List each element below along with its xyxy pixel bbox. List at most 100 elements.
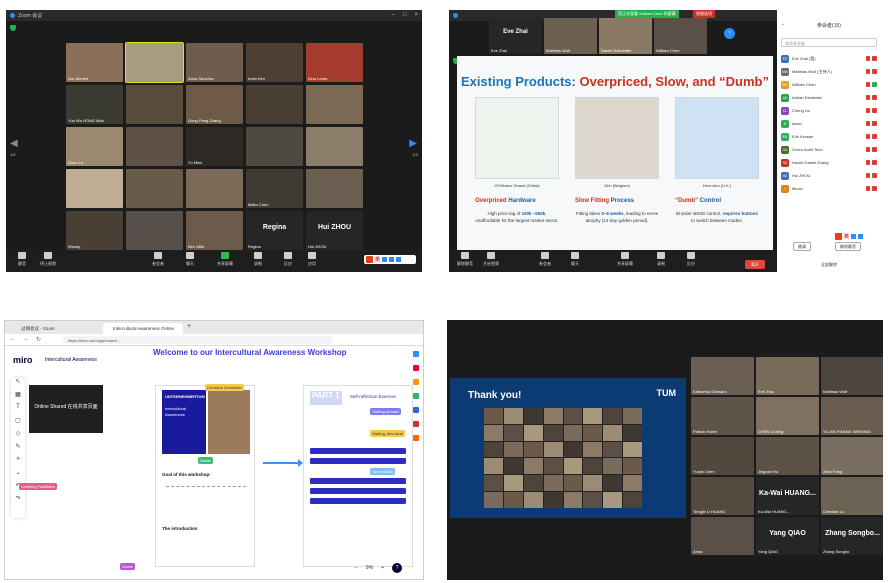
video-tile[interactable]: Ben Mills	[186, 211, 243, 250]
more-icon[interactable]: »	[11, 456, 25, 469]
participant-row[interactable]: EK Erik Kessler	[781, 130, 877, 143]
tab-miro[interactable]: Intercultural Awareness Online	[103, 323, 183, 334]
video-tile[interactable]: Wendy	[66, 211, 123, 250]
frame-icon[interactable]: ▦	[11, 391, 25, 404]
video-tile[interactable]: Yang QIAO Yang QIAO	[756, 517, 819, 555]
close-icon[interactable]: ×	[414, 12, 418, 18]
sticky-note[interactable]: Online Shared 在线共享页面	[29, 385, 103, 433]
pen-icon[interactable]: ✎	[11, 443, 25, 456]
video-tile[interactable]	[126, 85, 183, 124]
video-tile[interactable]: Gong Peng Zhang	[186, 85, 243, 124]
app-icon[interactable]	[413, 351, 419, 357]
video-tile[interactable]: Patrick Huber	[691, 397, 754, 435]
toolbar-button[interactable]: 录制	[647, 252, 675, 267]
video-tile[interactable]: Nur Ahmed	[66, 43, 123, 82]
participant-row[interactable]: GA Green Audit Tech	[781, 143, 877, 156]
new-tab-icon[interactable]: +	[187, 323, 191, 330]
participant-row[interactable]: WC William Chen	[781, 78, 877, 91]
video-tile[interactable]: Tengjie Li HUANG	[691, 477, 754, 515]
leave-button[interactable]: 离开	[745, 260, 765, 269]
app-icon[interactable]	[413, 379, 419, 385]
toolbar-button[interactable]: 应用	[298, 252, 326, 267]
tab-zoom[interactable]: 过期会议 - Zoom	[11, 323, 101, 334]
shape-icon[interactable]: ◇	[11, 430, 25, 443]
participant-row[interactable]: MW Matthias Wolf (主持人)	[781, 65, 877, 78]
video-tile[interactable]	[126, 169, 183, 208]
toolbar-button[interactable]: 参会者	[531, 252, 559, 267]
video-tile[interactable]	[246, 85, 303, 124]
participant-row[interactable]: HZ Haofei Daniel Zhang	[781, 156, 877, 169]
video-tile[interactable]: CHEN Linning	[756, 397, 819, 435]
video-tile[interactable]: Hui ZHOU Hui ZHOU	[306, 211, 363, 250]
video-tile[interactable]: YU-AN HWANG WEIMING	[821, 397, 883, 435]
video-tile[interactable]: Eve Zhai	[756, 357, 819, 395]
video-tile[interactable]	[306, 169, 363, 208]
participant-row[interactable]: CL Cheng Lin	[781, 104, 877, 117]
video-tile[interactable]: Zhang Songbo... Zhang Songbo	[821, 517, 883, 555]
toolbar-button[interactable]: 开启视频	[477, 252, 505, 267]
video-tile[interactable]	[126, 127, 183, 166]
toolbar-button[interactable]: 反应	[677, 252, 705, 267]
minimize-icon[interactable]: –	[392, 12, 395, 18]
video-tile[interactable]: Kina Lewis	[306, 43, 363, 82]
video-tile[interactable]: Anna Sanchez	[186, 43, 243, 82]
restore-icon[interactable]: □	[403, 12, 407, 18]
video-tile[interactable]	[186, 169, 243, 208]
select-icon[interactable]: ↖	[11, 378, 25, 391]
view-options-button[interactable]: 视图选项	[693, 10, 715, 18]
video-tile[interactable]: Yu Mimi	[186, 127, 243, 166]
video-thumbnail[interactable]: Daniel Schneider	[599, 18, 652, 54]
video-tile[interactable]: Yunjin Chen	[691, 437, 754, 475]
board-name[interactable]: Intercultural Awareness	[45, 357, 97, 363]
video-tile[interactable]: Matthias Wolf	[821, 357, 883, 395]
toolbar-button[interactable]: 聊天	[561, 252, 589, 267]
toolbar-button[interactable]: 录制	[244, 252, 272, 267]
video-tile[interactable]	[125, 42, 184, 83]
video-tile[interactable]	[306, 85, 363, 124]
app-icon[interactable]	[413, 421, 419, 427]
next-page-icon[interactable]: ›	[724, 28, 735, 39]
participant-row[interactable]: AD Adrian Dembeke	[781, 91, 877, 104]
invite-button[interactable]: 邀请	[793, 242, 811, 251]
ime-toolbar[interactable]: 英	[833, 232, 877, 241]
panel-footer[interactable]: 全部解除	[777, 262, 881, 268]
video-tile[interactable]: Katharina Schwarz	[691, 357, 754, 395]
back-icon[interactable]: ←	[10, 336, 16, 343]
toolbar-button[interactable]: 解除静音	[451, 252, 479, 267]
next-page-icon[interactable]: ▶	[409, 138, 417, 149]
participant-search-input[interactable]: 查找参会者	[781, 38, 877, 47]
help-icon[interactable]: ?	[392, 563, 403, 573]
toolbar-button[interactable]: 参会者	[144, 252, 172, 267]
participant-row[interactable]: Ddavid	[781, 117, 877, 130]
video-tile[interactable]: Anna	[691, 517, 754, 555]
video-tile[interactable]: Christian Lu	[821, 477, 883, 515]
zoom-in-icon[interactable]: +	[381, 565, 384, 571]
app-icon[interactable]	[413, 393, 419, 399]
down-icon[interactable]: ⌄	[11, 469, 25, 482]
url-field[interactable]: https://miro.com/app/board/...	[63, 336, 333, 344]
video-tile[interactable]	[126, 211, 183, 250]
part1-frame[interactable]: PART 1 Self-reflection Exercise Visiting…	[303, 385, 413, 567]
text-icon[interactable]: T	[11, 404, 25, 417]
video-tile[interactable]: Regina Regina	[246, 211, 303, 250]
reload-icon[interactable]: ↻	[36, 336, 41, 343]
app-icon[interactable]	[413, 435, 419, 441]
video-tile[interactable]	[66, 169, 123, 208]
participant-row[interactable]: Iifboxe	[781, 182, 877, 195]
video-thumbnail[interactable]: Matthias Wolf	[544, 18, 597, 54]
unmute-button[interactable]: 解除静音	[835, 242, 861, 251]
participant-row[interactable]: HZ Hui ZHOU	[781, 169, 877, 182]
video-thumbnail[interactable]: Eve Zhai Eve Zhai	[489, 18, 542, 54]
sticky-note-icon[interactable]: ▢	[11, 417, 25, 430]
video-tile[interactable]: Ka-Wai HUANG... Ka-Wai HUANG...	[756, 477, 819, 515]
video-tile[interactable]: Jingnan Hu	[756, 437, 819, 475]
app-icon[interactable]	[413, 365, 419, 371]
toolbar-button[interactable]: 共享屏幕	[211, 252, 239, 267]
video-tile[interactable]: Xinlu Fang	[821, 437, 883, 475]
redo-icon[interactable]: ↷	[11, 495, 25, 508]
prev-page-icon[interactable]: ◀	[10, 138, 18, 149]
video-tile[interactable]: Yun Wu HONG Mak	[66, 85, 123, 124]
video-tile[interactable]: Mako Chen	[246, 169, 303, 208]
video-thumbnail[interactable]: William Chen	[654, 18, 707, 54]
video-tile[interactable]: Iman Kim	[246, 43, 303, 82]
